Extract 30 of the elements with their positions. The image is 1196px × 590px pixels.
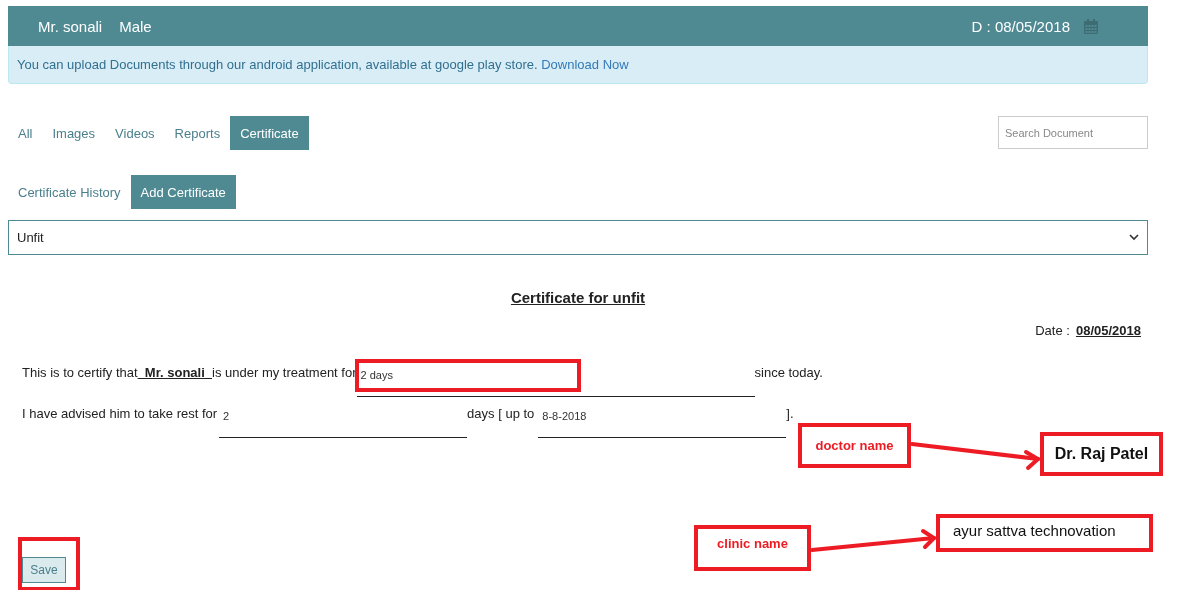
annotation-label: doctor name <box>798 423 911 468</box>
download-link[interactable]: Download Now <box>541 57 629 72</box>
certificate-type-select[interactable]: Unfit <box>8 220 1148 255</box>
clinic-name: ayur sattva technovation <box>936 514 1153 552</box>
certificate-date: 08/05/2018 <box>1075 323 1141 338</box>
search-field[interactable]: Search Document <box>998 116 1148 149</box>
tab[interactable]: Videos <box>105 116 165 150</box>
date-label: Date : <box>1035 323 1070 338</box>
calendar-icon[interactable] <box>1084 18 1098 34</box>
certificate-text: since today. <box>754 364 823 382</box>
tab[interactable]: Add Certificate <box>130 175 236 209</box>
certificate-text: I have advised him to take rest for <box>22 405 218 423</box>
notice-text: You can upload Documents through our android application, available at google play store. Download Now <box>17 57 629 72</box>
certificate-text: This is to certify that Mr. sonali is under my treatment for <box>22 364 357 382</box>
certificate-text: days [ up to <box>467 405 535 423</box>
tab[interactable]: Images <box>42 116 106 150</box>
tab[interactable]: All <box>8 116 43 150</box>
highlight-box <box>18 537 80 590</box>
header-date: D : 08/05/2018 <box>971 17 1070 35</box>
certificate-text: ]. <box>786 405 794 423</box>
patient-gender: Male <box>119 17 152 35</box>
save-button[interactable]: Save <box>22 557 66 583</box>
tab[interactable]: Certificate History <box>8 175 131 209</box>
patient-name: Mr. sonali <box>38 17 103 35</box>
doctor-name: Dr. Raj Patel <box>1040 432 1163 476</box>
chevron-down-icon <box>1129 234 1139 241</box>
annotation-label: clinic name <box>694 525 811 571</box>
tab[interactable]: Certificate <box>230 116 309 150</box>
tab[interactable]: Reports <box>164 116 231 150</box>
certificate-title: Certificate for unfit <box>510 289 646 306</box>
